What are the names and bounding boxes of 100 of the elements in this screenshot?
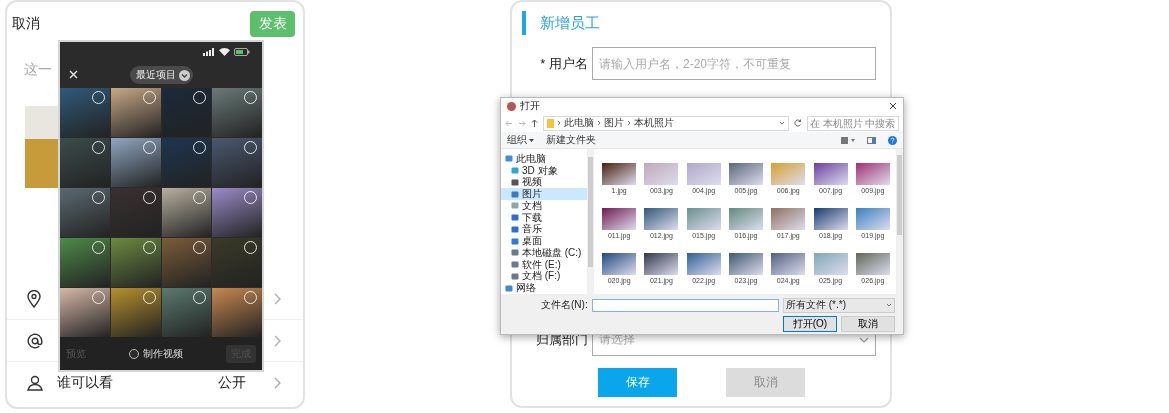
photo-thumbnail[interactable] — [110, 238, 161, 287]
photo-thumbnail[interactable] — [212, 288, 262, 337]
sidebar-item[interactable]: 视频 — [501, 176, 587, 189]
chevron-right-icon — [557, 120, 561, 126]
photo-thumbnail[interactable] — [212, 138, 262, 187]
input-field[interactable]: 请输入用户名，2-20字符，不可重复 — [592, 47, 876, 80]
help-icon[interactable] — [888, 135, 897, 145]
up-arrow-icon[interactable] — [531, 119, 538, 127]
photo-thumbnail[interactable] — [161, 138, 212, 187]
chevron-down-icon — [178, 69, 190, 81]
chevron-right-icon — [274, 377, 281, 389]
close-icon[interactable] — [889, 102, 897, 110]
image-thumbnail — [644, 208, 679, 230]
image-thumbnail — [729, 163, 763, 185]
scrollbar[interactable] — [896, 149, 903, 294]
cancel-button[interactable]: 取消 — [841, 316, 895, 332]
photo-thumbnail[interactable] — [161, 188, 212, 237]
dialog-title: 打开 — [520, 99, 540, 113]
location-pin-icon — [27, 289, 41, 308]
form-title: 新增员工 — [540, 13, 600, 33]
caret-icon — [529, 138, 534, 142]
make-video-option[interactable]: 制作视频 — [129, 346, 183, 361]
sidebar-item[interactable]: 网络 — [501, 282, 587, 294]
sidebar-item[interactable]: 桌面 — [501, 235, 587, 247]
chevron-down-icon[interactable] — [779, 121, 785, 125]
image-thumbnail — [602, 253, 637, 275]
scrollbar[interactable] — [587, 149, 594, 294]
sidebar-item[interactable]: 文档 (F:) — [501, 270, 587, 283]
search-field[interactable]: 在 本机照片 中搜索 — [807, 115, 899, 131]
photo-thumbnail[interactable] — [110, 88, 161, 137]
image-thumbnail — [602, 163, 637, 185]
photo-thumbnail[interactable] — [110, 188, 161, 237]
photo-thumbnail[interactable] — [60, 88, 110, 137]
photo-thumbnail[interactable] — [212, 238, 262, 287]
sidebar-item[interactable]: 文档 — [501, 200, 587, 212]
file-type-select[interactable]: 所有文件 (*.*) — [783, 297, 895, 313]
open-button[interactable]: 打开(O) — [783, 316, 837, 332]
image-thumbnail — [813, 163, 848, 185]
photo-thumbnail[interactable] — [60, 238, 110, 287]
image-thumbnail — [813, 253, 848, 275]
sidebar-item[interactable]: 此电脑 — [501, 153, 587, 165]
breadcrumb-item[interactable]: 本机照片 — [634, 116, 674, 130]
address-bar[interactable]: 此电脑 图片 本机照片 — [543, 115, 789, 131]
image-thumbnail — [729, 208, 763, 230]
image-thumbnail — [771, 208, 806, 230]
new-folder-button[interactable]: 新建文件夹 — [546, 133, 596, 147]
chevron-right-icon — [627, 120, 631, 126]
photo-thumbnail[interactable] — [60, 188, 110, 237]
photo-thumbnail[interactable] — [60, 138, 110, 187]
sidebar-item[interactable]: 音乐 — [501, 223, 587, 236]
image-thumbnail — [729, 253, 763, 275]
title-accent-bar — [522, 11, 526, 35]
image-thumbnail — [602, 208, 637, 230]
image-thumbnail — [644, 163, 679, 185]
filename-field[interactable] — [591, 298, 779, 312]
photo-thumbnail[interactable] — [161, 88, 212, 137]
sidebar-item[interactable]: 下载 — [501, 211, 587, 224]
image-thumbnail — [855, 253, 890, 275]
album-selector[interactable]: 最近项目 — [129, 66, 193, 84]
image-thumbnail — [644, 253, 679, 275]
photo-thumbnail[interactable] — [212, 188, 262, 237]
field-label: * 用户名 — [539, 54, 588, 73]
sidebar-item[interactable]: 软件 (E:) — [501, 258, 587, 271]
image-thumbnail — [855, 163, 890, 185]
image-thumbnail — [855, 208, 890, 230]
photo-thumbnail[interactable] — [212, 88, 262, 137]
photo-thumbnail[interactable] — [161, 288, 212, 337]
filename-label: 文件名(N): — [541, 298, 588, 312]
view-options-icon[interactable] — [841, 136, 855, 144]
preview-pane-icon[interactable] — [867, 136, 876, 144]
wifi-icon — [219, 48, 230, 56]
sidebar-item[interactable]: 图片 — [501, 188, 587, 200]
photo-thumbnail[interactable] — [60, 288, 110, 337]
breadcrumb-item[interactable]: 此电脑 — [564, 116, 594, 130]
row-label[interactable]: 谁可以看 — [57, 374, 113, 392]
battery-icon — [234, 48, 250, 56]
sidebar-item[interactable]: 本地磁盘 (C:) — [501, 247, 587, 259]
cancel-link[interactable]: 取消 — [12, 15, 40, 33]
image-thumbnail — [813, 208, 848, 230]
image-thumbnail — [686, 253, 721, 275]
photo-thumbnail[interactable] — [161, 238, 212, 287]
image-thumbnail — [771, 163, 806, 185]
organize-menu[interactable]: 组织 — [507, 133, 534, 147]
image-thumbnail — [686, 208, 721, 230]
breadcrumb-item[interactable]: 图片 — [604, 116, 624, 130]
chevron-right-icon — [597, 120, 601, 126]
chevron-right-icon — [274, 334, 281, 347]
app-icon — [507, 101, 516, 111]
radio-circle[interactable] — [129, 348, 139, 359]
image-thumbnail — [686, 163, 721, 185]
row-value: 公开 — [218, 374, 246, 392]
folder-icon — [547, 118, 554, 128]
sidebar-item[interactable]: 3D 对象 — [501, 164, 587, 177]
photo-thumbnail[interactable] — [110, 288, 161, 337]
chevron-down-icon — [886, 303, 892, 307]
photo-thumbnail[interactable] — [110, 138, 161, 187]
image-thumbnail — [771, 253, 806, 275]
refresh-icon[interactable] — [794, 119, 802, 127]
person-icon — [27, 375, 43, 391]
signal-icon — [203, 48, 215, 56]
